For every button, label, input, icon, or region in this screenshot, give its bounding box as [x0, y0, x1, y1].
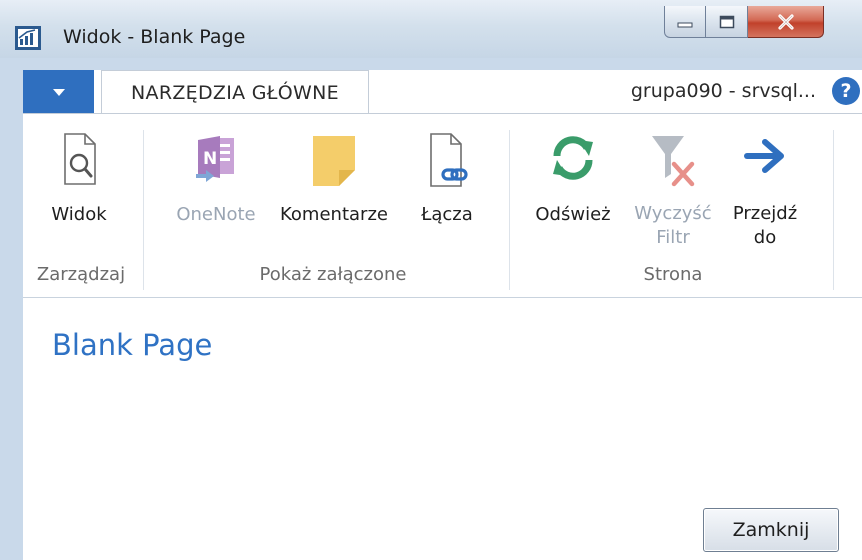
navigate-label-line1: Przejdź: [732, 203, 798, 224]
close-icon: [777, 13, 794, 30]
onenote-button-label: OneNote: [176, 204, 256, 225]
minimize-button[interactable]: [664, 6, 706, 38]
view-button[interactable]: Widok: [40, 114, 118, 254]
group-separator: [509, 130, 510, 290]
close-button[interactable]: Zamknij: [703, 508, 839, 552]
svg-text:N: N: [203, 149, 217, 169]
page-title: Blank Page: [52, 328, 213, 362]
maximize-button[interactable]: [706, 6, 748, 38]
close-window-button[interactable]: [748, 6, 824, 38]
clear-filter-label-line1: Wyczyść: [634, 203, 712, 224]
group-label-page: Strona: [643, 264, 703, 285]
minimize-icon: [677, 22, 693, 27]
links-button[interactable]: Łącza: [407, 114, 487, 254]
view-button-label: Widok: [51, 204, 107, 225]
onenote-button[interactable]: N OneNote: [165, 114, 267, 254]
page-magnifier-icon: [64, 133, 96, 185]
app-window: Widok - Blank Page NARZĘDZIA GŁÓWNE grup…: [0, 0, 862, 560]
navigate-button-label: Przejdź do: [725, 202, 805, 250]
refresh-icon: [553, 136, 593, 180]
window-title: Widok - Blank Page: [63, 26, 246, 48]
app-icon: [15, 26, 41, 50]
clear-filter-label-line2: Filtr: [656, 227, 690, 248]
navigate-button[interactable]: Przejdź do: [725, 114, 805, 264]
page-link-icon: [430, 133, 468, 187]
refresh-button[interactable]: Odśwież: [525, 114, 621, 254]
connection-label[interactable]: grupa090 - srvsql...: [631, 80, 816, 102]
arrow-right-icon: [744, 139, 784, 173]
group-label-manage: Zarządzaj: [36, 264, 126, 285]
comments-button[interactable]: Komentarze: [269, 114, 399, 254]
ribbon-menu-button[interactable]: [23, 70, 94, 114]
chevron-down-icon: [53, 89, 65, 96]
links-button-label: Łącza: [421, 204, 473, 225]
clear-filter-button-label: Wyczyść Filtr: [625, 202, 721, 250]
ribbon-panel: Widok Zarządzaj N OneNote Komentarze Łąc…: [23, 113, 862, 298]
ribbon-tab-row: NARZĘDZIA GŁÓWNE grupa090 - srvsql... ?: [23, 70, 862, 115]
clear-filter-icon: [652, 136, 695, 187]
tab-home[interactable]: NARZĘDZIA GŁÓWNE: [101, 70, 369, 115]
onenote-icon: N: [196, 136, 234, 182]
title-bar[interactable]: Widok - Blank Page: [0, 0, 862, 58]
comments-button-label: Komentarze: [280, 204, 388, 225]
page-content: Blank Page Zamknij: [23, 298, 862, 560]
group-separator: [143, 130, 144, 290]
maximize-icon: [719, 15, 734, 28]
refresh-button-label: Odśwież: [535, 204, 611, 225]
group-separator: [833, 130, 834, 290]
caption-buttons: [664, 6, 862, 40]
navigate-label-line2: do: [753, 227, 777, 248]
help-icon[interactable]: ?: [832, 77, 860, 105]
note-icon: [313, 136, 355, 186]
clear-filter-button[interactable]: Wyczyść Filtr: [625, 114, 721, 264]
group-label-show-attached: Pokaż załączone: [259, 264, 407, 285]
